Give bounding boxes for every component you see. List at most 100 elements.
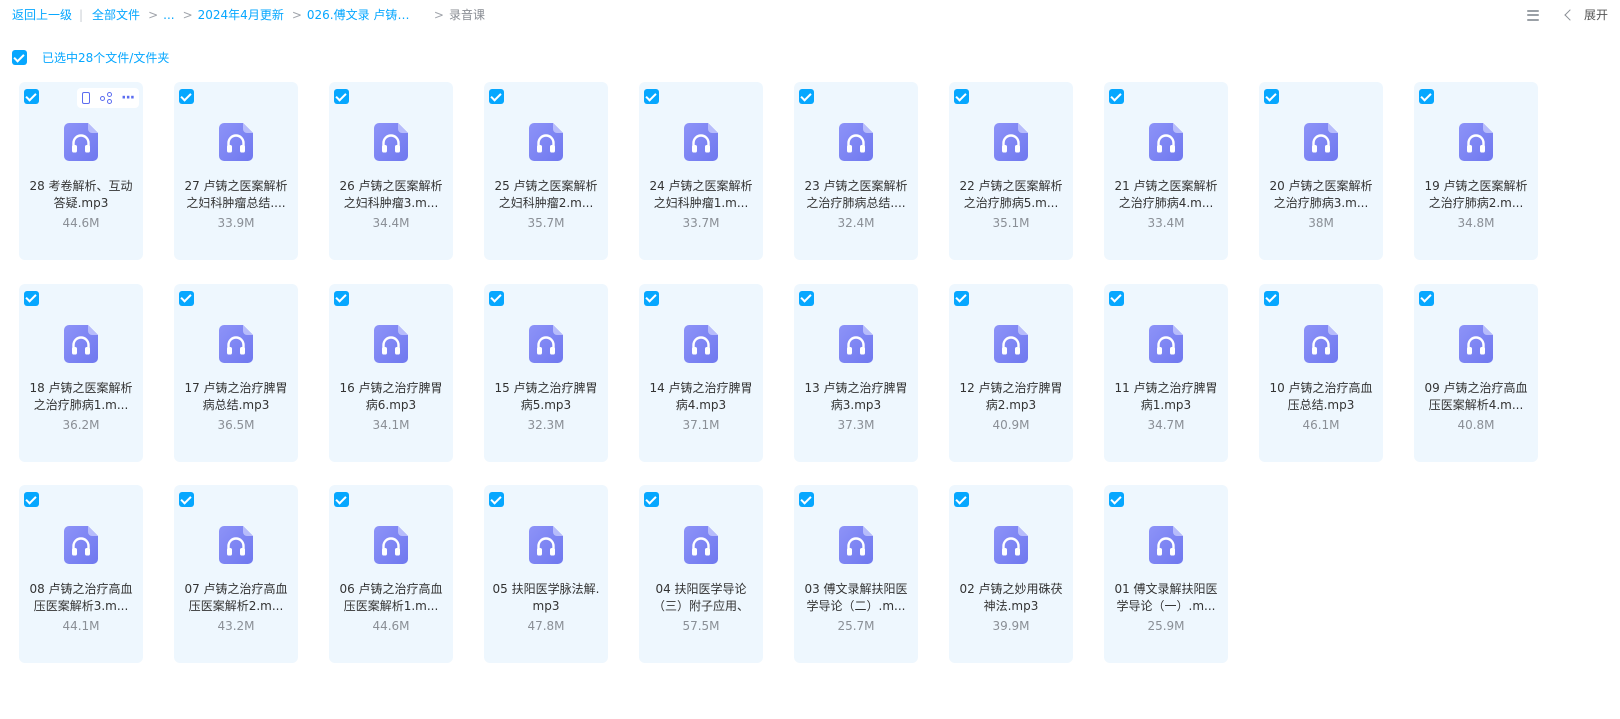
file-name: 24 卢铸之医案解析之妇科肿瘤1.m... xyxy=(649,179,753,210)
file-card[interactable]: 20 卢铸之医案解析之治疗肺病3.m... 38M xyxy=(1259,82,1383,260)
audio-file-icon xyxy=(219,526,253,564)
file-checkbox[interactable] xyxy=(954,290,969,306)
audio-file-icon xyxy=(374,526,408,564)
select-all-checkbox[interactable] xyxy=(12,50,27,65)
file-card[interactable]: 12 卢铸之治疗脾胃病2.mp3 40.9M xyxy=(949,283,1073,462)
list-view-icon[interactable] xyxy=(1526,8,1540,22)
file-size: 39.9M xyxy=(992,619,1030,633)
file-checkbox[interactable] xyxy=(489,89,504,104)
file-checkbox[interactable] xyxy=(489,290,504,306)
file-checkbox[interactable] xyxy=(1109,89,1124,104)
file-card[interactable]: 11 卢铸之治疗脾胃病1.mp3 34.7M xyxy=(1104,283,1228,462)
file-checkbox[interactable] xyxy=(954,89,969,104)
phone-icon[interactable] xyxy=(81,92,90,104)
file-checkbox[interactable] xyxy=(24,290,39,306)
share-icon[interactable] xyxy=(99,92,112,104)
file-name: 28 考卷解析、互动答疑.mp3 xyxy=(29,179,133,210)
file-name: 01 傅文录解扶阳医学导论（一）.m... xyxy=(1114,582,1218,613)
view-tools: 展开 xyxy=(1526,6,1608,23)
file-card[interactable]: 10 卢铸之治疗高血压总结.mp3 46.1M xyxy=(1259,283,1383,462)
file-name: 20 卢铸之医案解析之治疗肺病3.m... xyxy=(1269,179,1373,210)
file-checkbox[interactable] xyxy=(489,492,504,507)
file-checkbox[interactable] xyxy=(1264,89,1279,104)
audio-file-icon xyxy=(684,526,718,564)
file-card[interactable]: 15 卢铸之治疗脾胃病5.mp3 32.3M xyxy=(484,283,608,462)
audio-file-icon xyxy=(1149,526,1183,564)
file-name: 10 卢铸之治疗高血压总结.mp3 xyxy=(1269,380,1373,412)
file-card[interactable]: 04 扶阳医学导论（三）附子应用、 57.5M xyxy=(639,485,763,663)
file-checkbox[interactable] xyxy=(334,492,349,507)
file-card[interactable]: 18 卢铸之医案解析之治疗肺病1.m... 36.2M xyxy=(19,283,143,462)
file-size: 34.7M xyxy=(1147,417,1185,432)
audio-file-icon xyxy=(839,324,873,363)
breadcrumb-folder-026[interactable]: 026.傅文录 卢铸之... xyxy=(307,7,420,23)
file-checkbox[interactable] xyxy=(954,492,969,507)
file-checkbox[interactable] xyxy=(644,492,659,507)
audio-file-icon xyxy=(529,123,563,161)
file-checkbox[interactable] xyxy=(1419,89,1434,104)
file-checkbox[interactable] xyxy=(24,492,39,507)
audio-file-icon xyxy=(529,526,563,564)
file-card[interactable]: 16 卢铸之治疗脾胃病6.mp3 34.1M xyxy=(329,283,453,462)
breadcrumb-folder-2024-04[interactable]: 2024年4月更新 xyxy=(198,7,284,23)
file-checkbox[interactable] xyxy=(799,290,814,306)
file-card[interactable]: 24 卢铸之医案解析之妇科肿瘤1.m... 33.7M xyxy=(639,82,763,260)
audio-file-icon xyxy=(1304,324,1338,363)
file-checkbox[interactable] xyxy=(179,492,194,507)
card-actions: ··· xyxy=(77,88,139,108)
file-size: 33.7M xyxy=(682,216,720,230)
file-card[interactable]: 27 卢铸之医案解析之妇科肿瘤总结.... 33.9M xyxy=(174,82,298,260)
audio-file-icon xyxy=(1459,324,1493,363)
file-card[interactable]: 01 傅文录解扶阳医学导论（一）.m... 25.9M xyxy=(1104,485,1228,663)
file-card[interactable]: 26 卢铸之医案解析之妇科肿瘤3.m... 34.4M xyxy=(329,82,453,260)
audio-file-icon xyxy=(1304,123,1338,161)
file-card[interactable]: 17 卢铸之治疗脾胃病总结.mp3 36.5M xyxy=(174,283,298,462)
file-card[interactable]: 23 卢铸之医案解析之治疗肺病总结.... 32.4M xyxy=(794,82,918,260)
file-card[interactable]: 13 卢铸之治疗脾胃病3.mp3 37.3M xyxy=(794,283,918,462)
file-checkbox[interactable] xyxy=(644,89,659,104)
file-size: 43.2M xyxy=(217,619,255,633)
file-checkbox[interactable] xyxy=(334,89,349,104)
audio-file-icon xyxy=(64,123,98,161)
file-checkbox[interactable] xyxy=(1419,290,1434,306)
file-checkbox[interactable] xyxy=(1109,492,1124,507)
file-checkbox[interactable] xyxy=(24,89,39,104)
file-checkbox[interactable] xyxy=(1264,290,1279,306)
breadcrumb-all-files[interactable]: 全部文件 xyxy=(92,7,140,23)
chevron-right-icon: > xyxy=(182,8,193,22)
file-card[interactable]: ··· 28 考卷解析、互动答疑.mp3 44.6M xyxy=(19,82,143,260)
file-card[interactable]: 05 扶阳医学脉法解.mp3 47.8M xyxy=(484,485,608,663)
expand-button[interactable]: 展开 xyxy=(1584,6,1608,23)
file-name: 16 卢铸之治疗脾胃病6.mp3 xyxy=(339,380,443,412)
file-size: 38M xyxy=(1308,216,1334,230)
file-name: 15 卢铸之治疗脾胃病5.mp3 xyxy=(494,380,598,412)
file-card[interactable]: 07 卢铸之治疗高血压医案解析2.m... 43.2M xyxy=(174,485,298,663)
file-card[interactable]: 09 卢铸之治疗高血压医案解析4.m... 40.8M xyxy=(1414,283,1538,462)
file-checkbox[interactable] xyxy=(799,492,814,507)
more-icon[interactable]: ··· xyxy=(121,91,135,105)
file-checkbox[interactable] xyxy=(644,290,659,306)
file-size: 37.1M xyxy=(682,417,720,432)
file-card[interactable]: 06 卢铸之治疗高血压医案解析1.m... 44.6M xyxy=(329,485,453,663)
file-checkbox[interactable] xyxy=(179,290,194,306)
file-checkbox[interactable] xyxy=(334,290,349,306)
file-card[interactable]: 08 卢铸之治疗高血压医案解析3.m... 44.1M xyxy=(19,485,143,663)
file-card[interactable]: 02 卢铸之妙用硃茯神法.mp3 39.9M xyxy=(949,485,1073,663)
file-card[interactable]: 25 卢铸之医案解析之妇科肿瘤2.m... 35.7M xyxy=(484,82,608,260)
file-size: 25.9M xyxy=(1147,619,1185,633)
breadcrumb-ellipsis[interactable]: ... xyxy=(163,7,174,23)
file-card[interactable]: 14 卢铸之治疗脾胃病4.mp3 37.1M xyxy=(639,283,763,462)
audio-file-icon xyxy=(994,526,1028,564)
file-checkbox[interactable] xyxy=(799,89,814,104)
file-checkbox[interactable] xyxy=(1109,290,1124,306)
chevron-left-icon[interactable] xyxy=(1564,8,1576,21)
file-card[interactable]: 21 卢铸之医案解析之治疗肺病4.m... 33.4M xyxy=(1104,82,1228,260)
file-name: 27 卢铸之医案解析之妇科肿瘤总结.... xyxy=(184,179,288,210)
file-card[interactable]: 19 卢铸之医案解析之治疗肺病2.m... 34.8M xyxy=(1414,82,1538,260)
file-card[interactable]: 03 傅文录解扶阳医学导论（二）.m... 25.7M xyxy=(794,485,918,663)
file-checkbox[interactable] xyxy=(179,89,194,104)
audio-file-icon xyxy=(64,324,98,363)
audio-file-icon xyxy=(684,123,718,161)
file-card[interactable]: 22 卢铸之医案解析之治疗肺病5.m... 35.1M xyxy=(949,82,1073,260)
back-link[interactable]: 返回上一级 xyxy=(12,7,72,23)
